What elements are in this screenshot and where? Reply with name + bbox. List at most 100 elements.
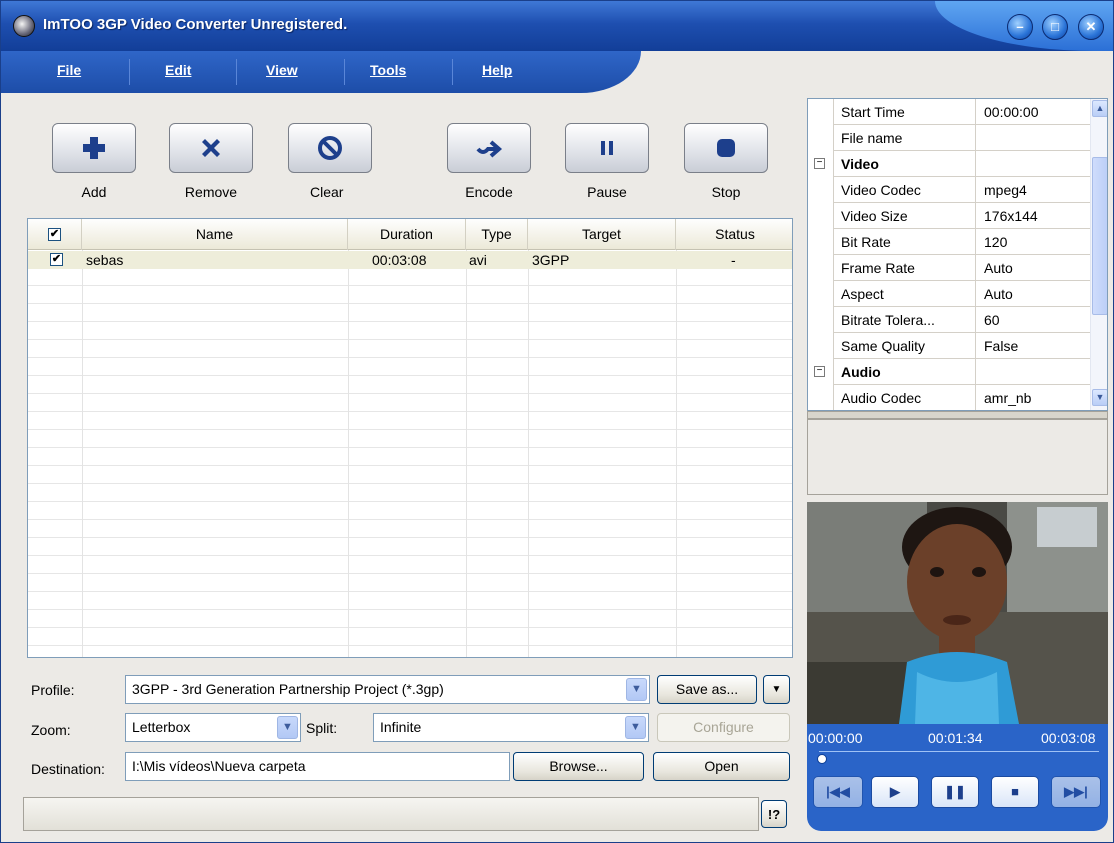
time-start: 00:00:00 — [808, 730, 863, 746]
property-name: Bitrate Tolera... — [841, 312, 935, 328]
maximize-button[interactable]: □ — [1042, 14, 1068, 40]
grid-line — [348, 250, 349, 657]
property-row[interactable]: Frame Rate Auto — [808, 255, 1090, 281]
property-value[interactable]: 60 — [975, 307, 1090, 333]
seek-track[interactable] — [819, 751, 1099, 761]
menu-separator — [344, 59, 345, 85]
properties-scrollbar[interactable]: ▲ ▼ — [1090, 99, 1107, 410]
play-icon[interactable]: ▶ — [871, 776, 919, 808]
property-name: Audio Codec — [841, 390, 922, 406]
property-value[interactable] — [975, 359, 1090, 385]
column-duration[interactable]: Duration — [348, 219, 466, 250]
destination-label: Destination: — [31, 761, 105, 777]
browse-button[interactable]: Browse... — [513, 752, 644, 781]
add-button[interactable] — [52, 123, 136, 173]
chevron-down-icon[interactable]: ▼ — [626, 678, 647, 701]
property-value[interactable] — [975, 125, 1090, 151]
preview-frame-image — [807, 502, 1108, 724]
menu-file[interactable]: File — [57, 62, 81, 78]
skip-back-icon[interactable]: |◀◀ — [813, 776, 863, 808]
scroll-up-icon[interactable]: ▲ — [1092, 100, 1107, 117]
property-gutter — [808, 229, 834, 255]
property-value[interactable]: 00:00:00 — [975, 99, 1090, 125]
collapse-icon[interactable]: − — [814, 158, 825, 169]
property-category[interactable]: − Audio — [808, 359, 1090, 385]
property-row[interactable]: Aspect Auto — [808, 281, 1090, 307]
property-value[interactable]: amr_nb — [975, 385, 1090, 410]
chevron-down-icon[interactable]: ▼ — [625, 716, 646, 739]
menu-tools[interactable]: Tools — [370, 62, 406, 78]
profile-value: 3GPP - 3rd Generation Partnership Projec… — [132, 681, 444, 697]
property-gutter — [808, 307, 834, 333]
row-checkbox[interactable]: ✔ — [50, 253, 63, 266]
app-icon[interactable] — [13, 15, 35, 37]
property-value[interactable]: Auto — [975, 281, 1090, 307]
pause-icon[interactable]: ❚❚ — [931, 776, 979, 808]
property-row[interactable]: Bit Rate 120 — [808, 229, 1090, 255]
column-target[interactable]: Target — [528, 219, 676, 250]
file-list[interactable]: ✔ Name Duration Type Target Status ✔ seb… — [27, 218, 793, 658]
property-name: Video — [841, 156, 879, 172]
configure-button[interactable]: Configure — [657, 713, 790, 742]
open-button[interactable]: Open — [653, 752, 790, 781]
collapse-icon[interactable]: − — [814, 366, 825, 377]
property-value[interactable]: Auto — [975, 255, 1090, 281]
zoom-select[interactable]: Letterbox ▼ — [125, 713, 301, 742]
minimize-button[interactable]: – — [1007, 14, 1033, 40]
menu-band — [1, 51, 641, 93]
property-row[interactable]: Same Quality False — [808, 333, 1090, 359]
title-bar[interactable]: ImTOO 3GP Video Converter Unregistered. … — [1, 1, 1113, 51]
column-name[interactable]: Name — [82, 219, 348, 250]
help-button[interactable]: !? — [761, 800, 787, 828]
save-as-button[interactable]: Save as... — [657, 675, 757, 704]
select-all-column[interactable]: ✔ — [28, 219, 82, 250]
column-type[interactable]: Type — [466, 219, 528, 250]
stop-label: Stop — [711, 184, 741, 200]
file-list-header: ✔ Name Duration Type Target Status — [28, 219, 792, 250]
property-row[interactable]: Video Size 176x144 — [808, 203, 1090, 229]
properties-splitter[interactable] — [807, 411, 1108, 419]
table-row[interactable]: ✔ sebas 00:03:08 avi 3GPP - — [28, 251, 792, 269]
chevron-down-icon[interactable]: ▼ — [277, 716, 298, 739]
column-status[interactable]: Status — [676, 219, 792, 250]
player-controls: 00:00:00 00:01:34 00:03:08 |◀◀ ▶ ❚❚ ■ ▶▶… — [807, 724, 1108, 831]
pause-button[interactable] — [565, 123, 649, 173]
property-value[interactable]: False — [975, 333, 1090, 359]
property-row[interactable]: Video Codec mpeg4 — [808, 177, 1090, 203]
seek-slider[interactable] — [817, 754, 827, 764]
property-category[interactable]: − Video — [808, 151, 1090, 177]
x-icon — [202, 139, 220, 157]
property-value[interactable]: 120 — [975, 229, 1090, 255]
menu-edit[interactable]: Edit — [165, 62, 191, 78]
scroll-down-icon[interactable]: ▼ — [1092, 389, 1107, 406]
property-value[interactable] — [975, 151, 1090, 177]
property-row[interactable]: Start Time 00:00:00 — [808, 99, 1090, 125]
stop-button[interactable] — [684, 123, 768, 173]
stop-icon[interactable]: ■ — [991, 776, 1039, 808]
destination-input[interactable]: I:\Mis vídeos\Nueva carpeta — [125, 752, 510, 781]
profile-label: Profile: — [31, 682, 75, 698]
encode-button[interactable] — [447, 123, 531, 173]
property-value[interactable]: mpeg4 — [975, 177, 1090, 203]
remove-button[interactable] — [169, 123, 253, 173]
scroll-thumb[interactable] — [1092, 157, 1107, 315]
menu-help[interactable]: Help — [482, 62, 512, 78]
property-value[interactable]: 176x144 — [975, 203, 1090, 229]
clear-button[interactable] — [288, 123, 372, 173]
pause-label: Pause — [587, 184, 627, 200]
menu-view[interactable]: View — [266, 62, 298, 78]
property-row[interactable]: File name — [808, 125, 1090, 151]
property-name: Aspect — [841, 286, 884, 302]
property-row[interactable]: Audio Codec amr_nb — [808, 385, 1090, 410]
row-status: - — [731, 252, 736, 268]
select-all-checkbox[interactable]: ✔ — [48, 228, 61, 241]
save-as-menu-button[interactable]: ▼ — [763, 675, 790, 704]
skip-forward-icon[interactable]: ▶▶| — [1051, 776, 1101, 808]
close-button[interactable]: ✕ — [1078, 14, 1104, 40]
split-select[interactable]: Infinite ▼ — [373, 713, 649, 742]
properties-grid[interactable]: Start Time 00:00:00 File name − Video Video C… — [807, 98, 1108, 411]
profile-select[interactable]: 3GPP - 3rd Generation Partnership Projec… — [125, 675, 650, 704]
window-title: ImTOO 3GP Video Converter Unregistered. — [43, 16, 348, 33]
property-row[interactable]: Bitrate Tolera... 60 — [808, 307, 1090, 333]
no-entry-icon — [318, 136, 342, 160]
